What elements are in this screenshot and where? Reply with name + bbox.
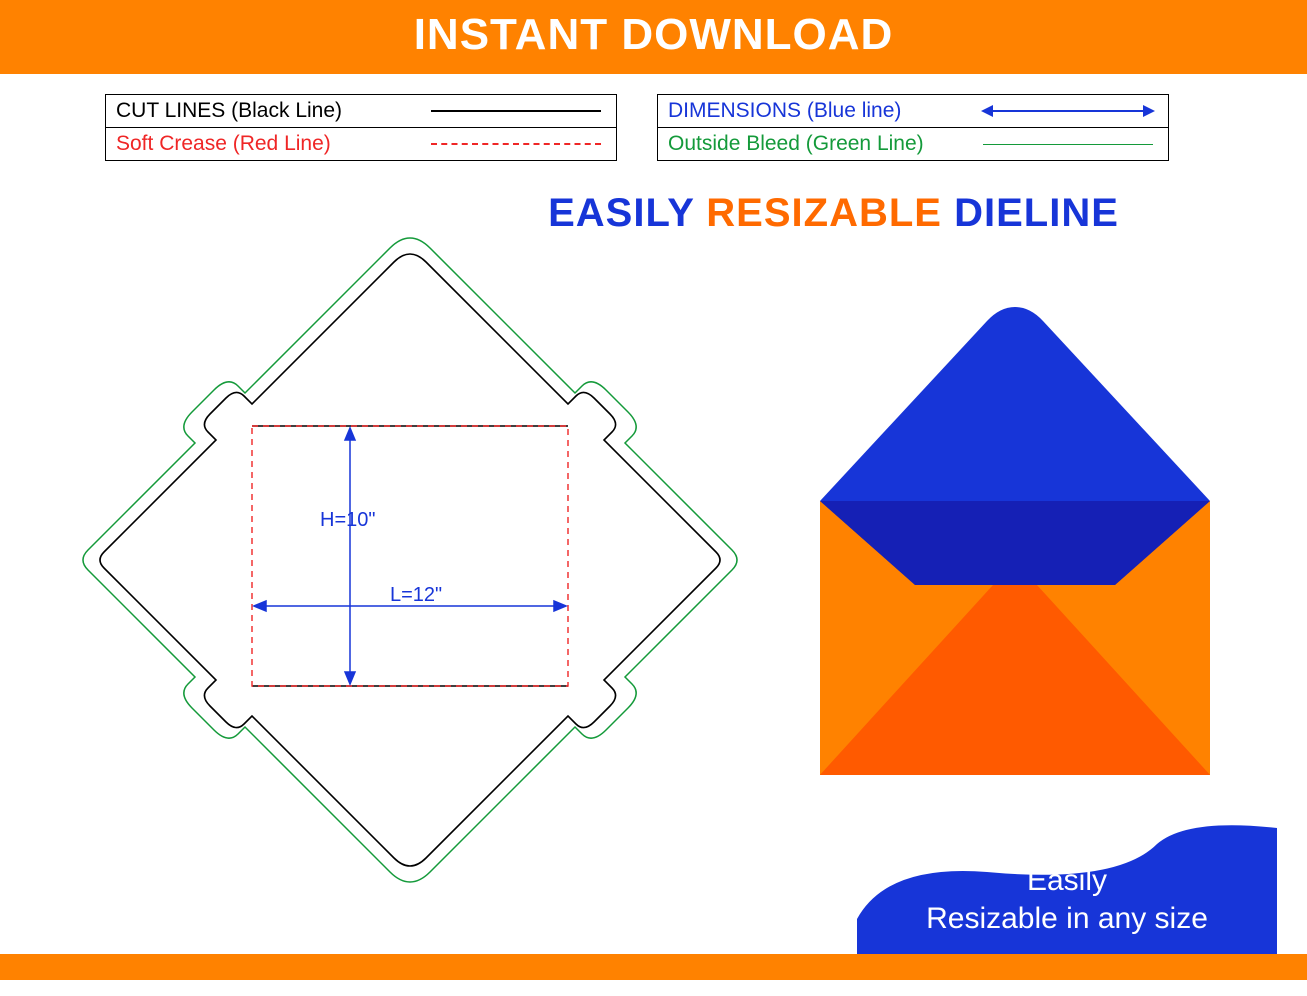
- legend-label: Outside Bleed (Green Line): [668, 132, 978, 156]
- legend-label: Soft Crease (Red Line): [116, 132, 426, 156]
- dimension-line-sample-icon: [978, 110, 1158, 112]
- bottom-banner: [0, 954, 1307, 980]
- bleed-line-sample-icon: [978, 144, 1158, 145]
- cut-line-sample-icon: [426, 110, 606, 112]
- dimension-length-label: L=12": [390, 584, 442, 606]
- header-title: INSTANT DOWNLOAD: [414, 10, 894, 59]
- dieline-diagram: H=10" L=12": [70, 226, 750, 906]
- dimension-height-label: H=10": [320, 509, 375, 531]
- legend-row: CUT LINES (Black Line) Soft Crease (Red …: [105, 94, 1307, 161]
- bleed-outline-icon: [83, 238, 737, 882]
- footer-callout: Easily Resizable in any size: [857, 824, 1277, 954]
- crease-rectangle-icon: [252, 426, 568, 686]
- legend-dimensions: DIMENSIONS (Blue line): [658, 95, 1168, 127]
- legend-cut-lines: CUT LINES (Black Line): [106, 95, 616, 127]
- envelope-top-flap-icon: [820, 307, 1210, 501]
- legend-box-left: CUT LINES (Black Line) Soft Crease (Red …: [105, 94, 617, 161]
- footer-line-2: Resizable in any size: [857, 900, 1277, 938]
- legend-label: CUT LINES (Black Line): [116, 99, 426, 123]
- envelope-mockup: [805, 301, 1225, 781]
- legend-box-right: DIMENSIONS (Blue line) Outside Bleed (Gr…: [657, 94, 1169, 161]
- legend-outside-bleed: Outside Bleed (Green Line): [658, 127, 1168, 160]
- top-banner: INSTANT DOWNLOAD: [0, 0, 1307, 74]
- crease-line-sample-icon: [426, 143, 606, 145]
- footer-line-1: Easily: [857, 862, 1277, 900]
- dimension-arrows-icon: [254, 428, 566, 684]
- legend-soft-crease: Soft Crease (Red Line): [106, 127, 616, 160]
- cut-outline-icon: [100, 254, 720, 866]
- legend-label: DIMENSIONS (Blue line): [668, 99, 978, 123]
- tagline-word-3: DIELINE: [954, 191, 1119, 235]
